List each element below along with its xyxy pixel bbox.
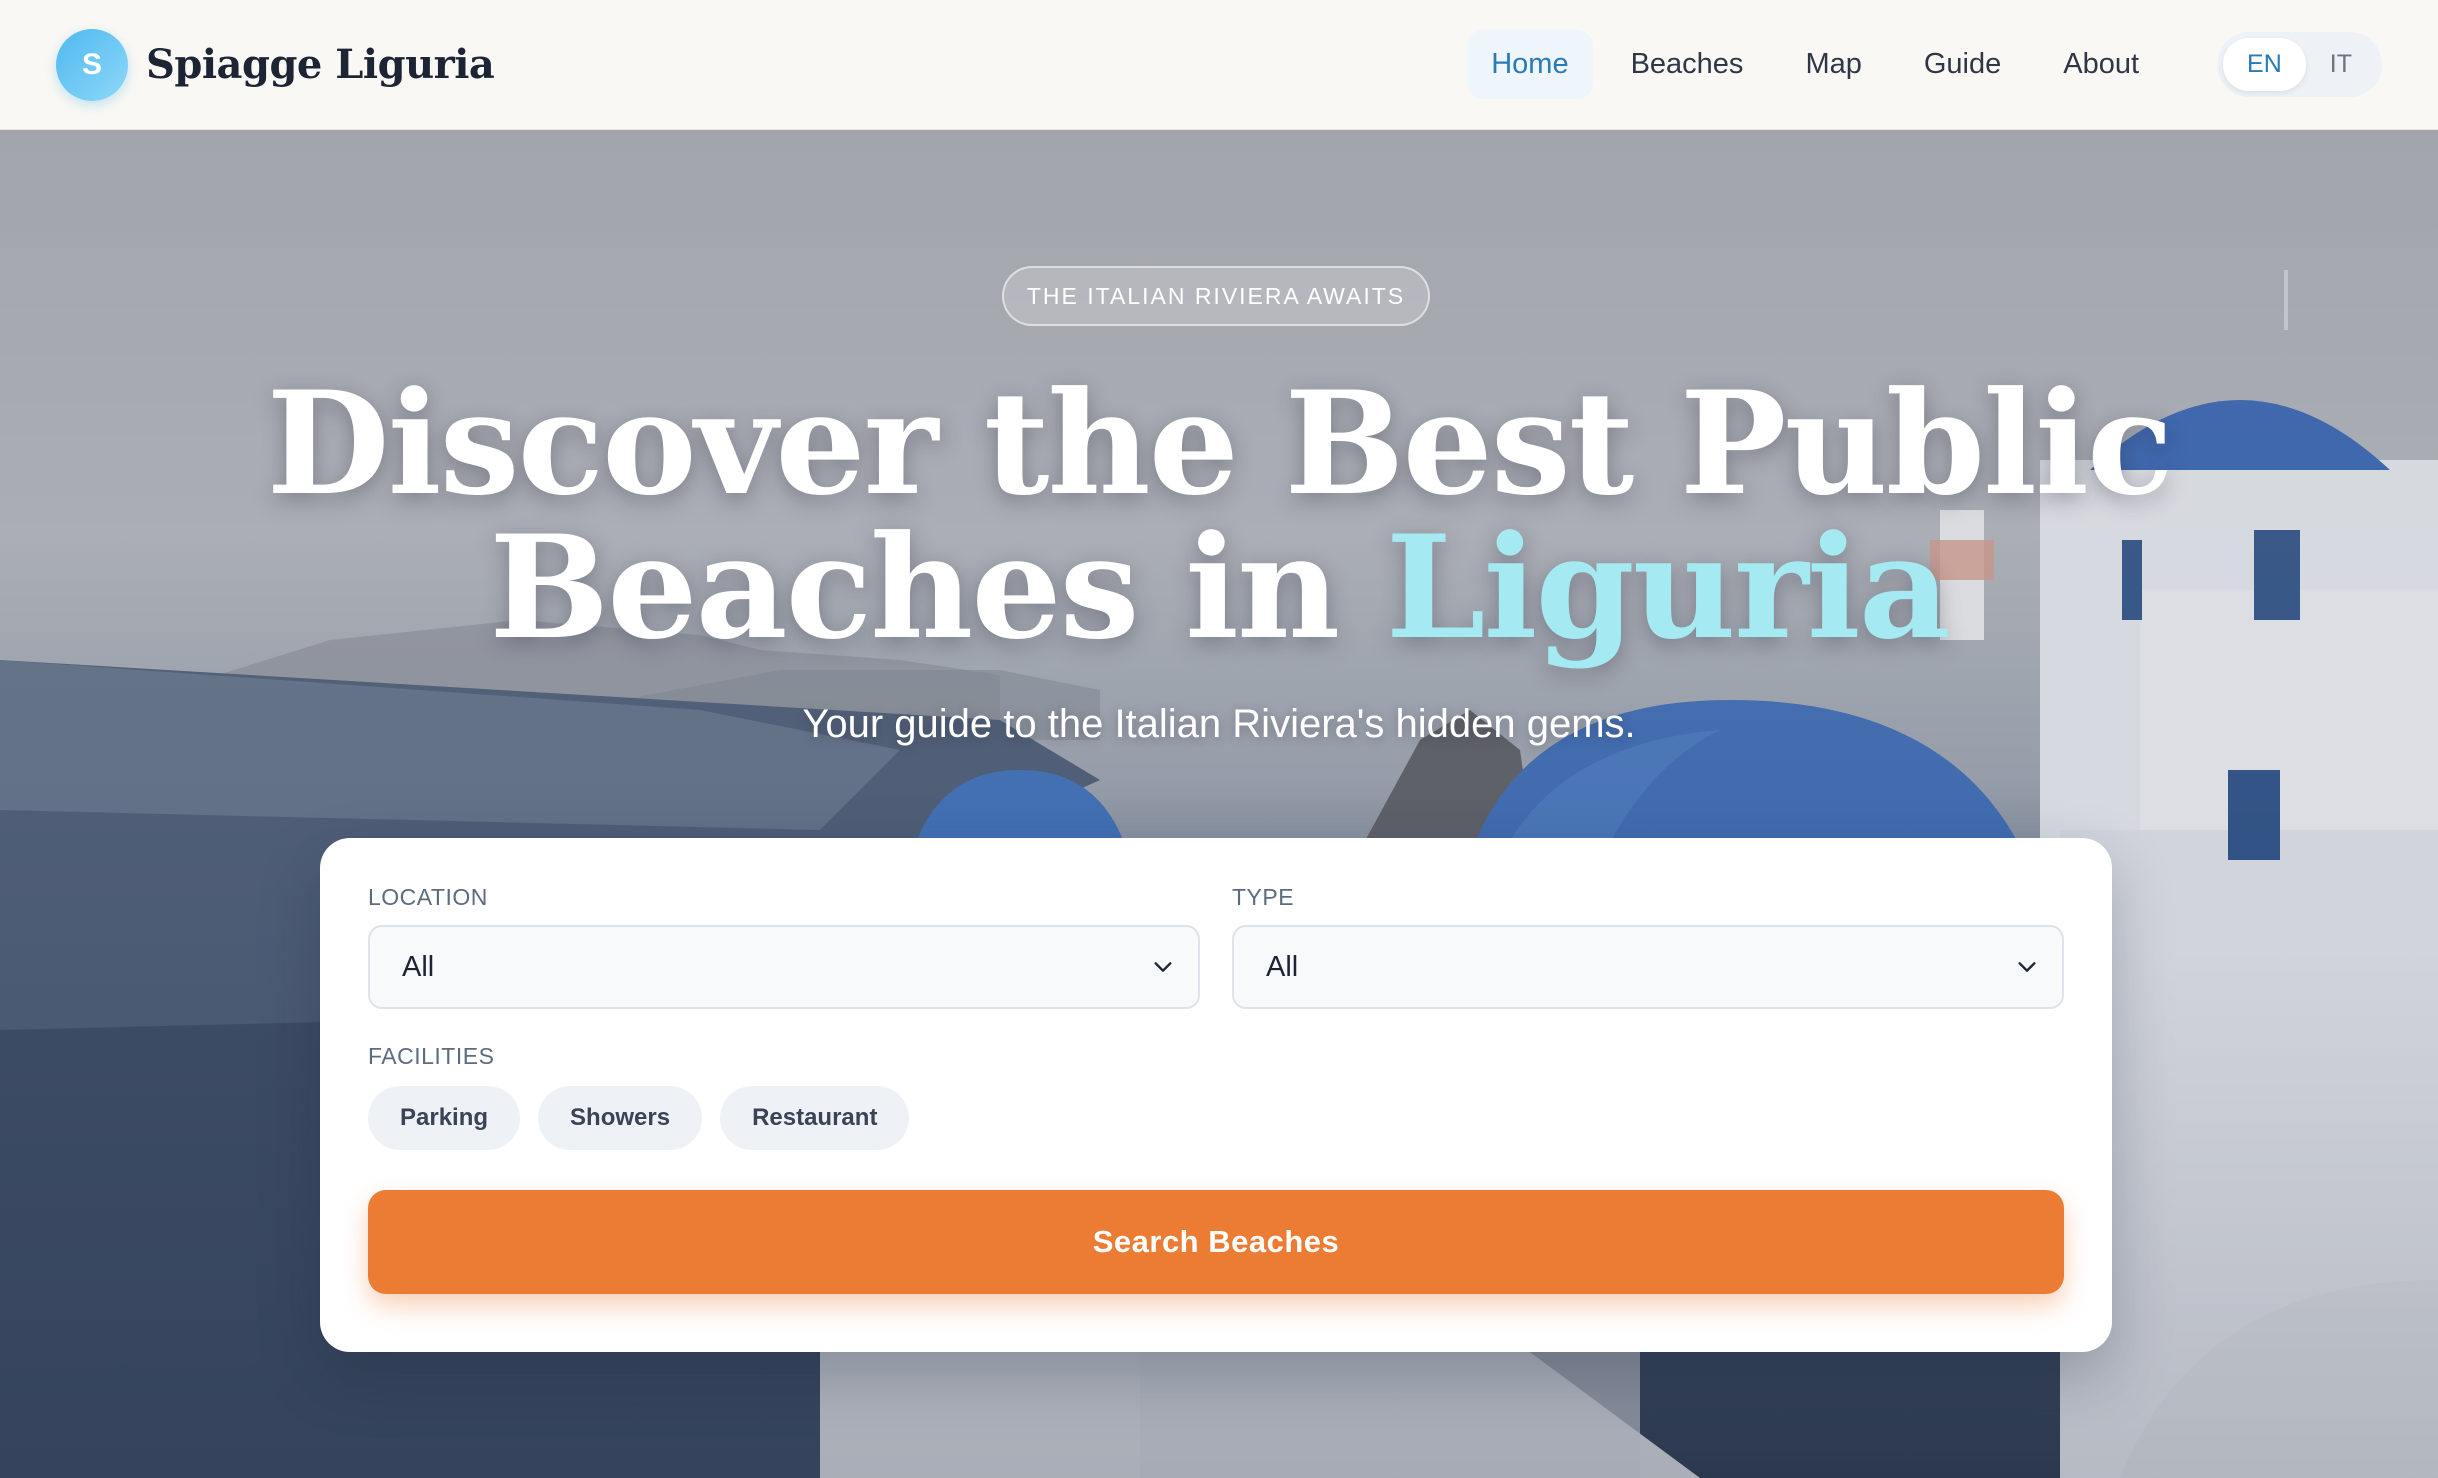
nav-beaches[interactable]: Beaches	[1607, 30, 1768, 99]
facility-chip-parking[interactable]: Parking	[368, 1086, 521, 1150]
facility-chip-restaurant[interactable]: Restaurant	[720, 1086, 910, 1150]
hero-title-line2: Beaches in Liguria	[0, 516, 2438, 660]
facility-chip-showers[interactable]: Showers	[538, 1086, 703, 1150]
logo-icon[interactable]: S	[56, 28, 128, 101]
main-nav: Home Beaches Map Guide About EN IT	[1467, 30, 2382, 99]
location-select[interactable]: All	[368, 925, 1200, 1009]
facilities-chips: Parking Showers Restaurant	[368, 1086, 2064, 1150]
lang-it-button[interactable]: IT	[2306, 38, 2376, 91]
hero-title-prefix: Beaches in	[489, 505, 1386, 671]
chevron-down-icon	[1154, 962, 1172, 972]
hero-title-accent: Liguria	[1385, 505, 1951, 671]
hero-title: Discover the Best Public Beaches in Ligu…	[0, 372, 2438, 660]
language-switcher: EN IT	[2217, 32, 2382, 97]
type-select[interactable]: All	[1232, 925, 2064, 1009]
nav-guide[interactable]: Guide	[1900, 30, 2025, 99]
hero-kicker-badge: THE ITALIAN RIVIERA AWAITS	[1002, 266, 1430, 326]
brand[interactable]: S Spiagge Liguria	[56, 28, 495, 101]
hero-subtitle: Your guide to the Italian Riviera's hidd…	[802, 702, 1636, 746]
lang-en-button[interactable]: EN	[2223, 38, 2306, 91]
search-card: LOCATION All TYPE All FACILITIES Parking…	[320, 838, 2112, 1352]
location-label: LOCATION	[368, 884, 488, 910]
brand-name[interactable]: Spiagge Liguria	[146, 41, 495, 88]
nav-map[interactable]: Map	[1781, 30, 1885, 99]
hero-title-line1: Discover the Best Public	[266, 361, 2174, 527]
nav-about[interactable]: About	[2039, 30, 2163, 99]
type-select-value: All	[1266, 950, 1299, 983]
location-field: LOCATION All	[368, 884, 1200, 1009]
type-field: TYPE All	[1232, 884, 2064, 1009]
chevron-down-icon	[2018, 962, 2036, 972]
type-label: TYPE	[1232, 884, 1295, 910]
search-beaches-button[interactable]: Search Beaches	[368, 1190, 2064, 1294]
facilities-label: FACILITIES	[368, 1043, 495, 1069]
nav-home[interactable]: Home	[1467, 30, 1593, 99]
location-select-value: All	[402, 950, 435, 983]
search-fields: LOCATION All TYPE All	[368, 884, 2064, 1009]
site-header: S Spiagge Liguria Home Beaches Map Guide…	[0, 0, 2438, 130]
